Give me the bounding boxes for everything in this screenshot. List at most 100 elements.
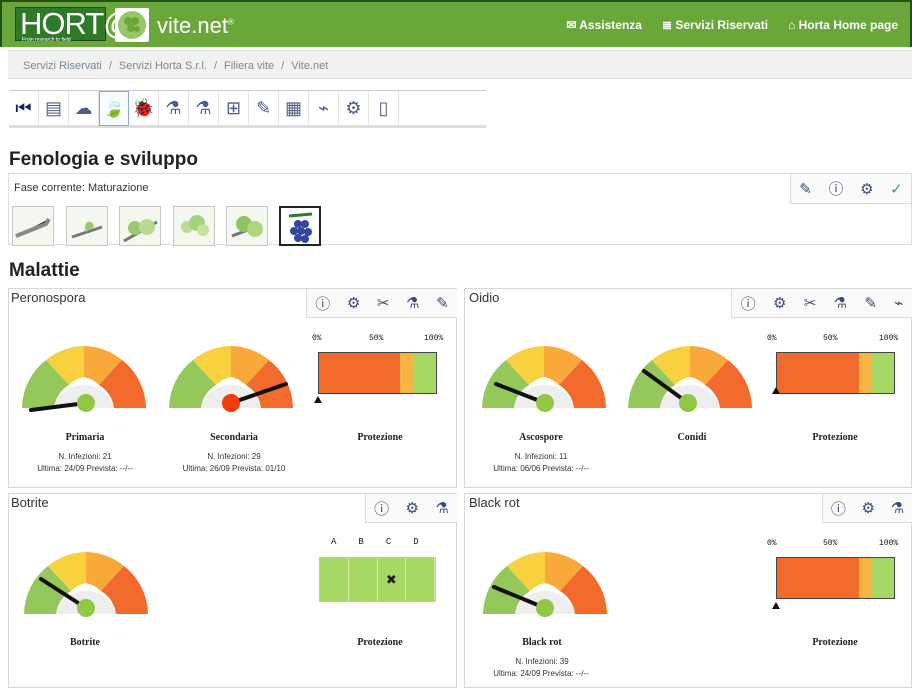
- phenology-title: Fenologia e sviluppo: [9, 149, 198, 170]
- black-rot-protection-label: Protezione: [812, 637, 858, 648]
- notebook-icon[interactable]: ✎: [864, 294, 877, 312]
- gear-icon[interactable]: ⚙: [860, 180, 873, 198]
- phase-dormancy[interactable]: [12, 206, 54, 246]
- scale-icon[interactable]: ⊞: [219, 91, 249, 126]
- black-rot-title: Black rot: [469, 495, 520, 510]
- black-rot-infections: N. Infezioni: 39: [515, 657, 569, 666]
- botrite-protection-grid: ✖: [319, 557, 436, 602]
- info-icon[interactable]: ⓘ: [741, 293, 756, 314]
- info-icon[interactable]: ⓘ: [831, 498, 846, 519]
- breadcrumb: Servizi Riservati / Servizi Horta S.r.l. /…: [8, 50, 912, 79]
- phase-flowering[interactable]: [173, 206, 215, 246]
- boot-icon[interactable]: ⌁: [309, 91, 339, 126]
- breadcrumb-servizi-riservati[interactable]: Servizi Riservati: [23, 60, 102, 72]
- flowering-icon: [181, 215, 209, 236]
- phase-maturation[interactable]: [279, 206, 321, 246]
- class-a: A: [331, 537, 337, 547]
- ascospore-infections: N. Infezioni: 11: [514, 452, 568, 461]
- peronospora-protection-label: Protezione: [357, 432, 403, 443]
- scale-zero: 0%: [767, 539, 777, 548]
- black-rot-gauge: [483, 552, 607, 617]
- main-toolbar: ⏮ ▤ ☁ 🍃 🐞 ⚗ ⚗ ⊞ ✎ ▦ ⌁ ⚙ ▯: [9, 90, 486, 128]
- diseases-title: Malattie: [9, 260, 80, 281]
- selected-class-mark: ✖: [378, 558, 407, 601]
- primaria-infections: N. Infezioni: 21: [58, 452, 112, 461]
- phase-budbreak[interactable]: [66, 206, 108, 246]
- ascospore-gauge: [482, 346, 606, 412]
- black-rot-label: Black rot: [522, 637, 562, 648]
- peronospora-title: Peronospora: [11, 290, 86, 305]
- logo-subtitle: From research to field: [22, 37, 71, 43]
- gear-icon[interactable]: ⚙: [862, 499, 875, 517]
- peronospora-protection-bar: [318, 352, 437, 394]
- botrite-title: Botrite: [11, 495, 49, 510]
- class-d: D: [413, 537, 419, 547]
- black-rot-protection-bar: [776, 557, 895, 599]
- cloud-icon[interactable]: ☁: [69, 91, 99, 126]
- secondaria-infections: N. Infezioni: 29: [207, 452, 261, 461]
- gear-icon[interactable]: ⚙: [406, 499, 419, 517]
- protection-marker: [772, 602, 780, 609]
- notebook-icon[interactable]: ✎: [436, 294, 449, 312]
- scale-fifty: 50%: [823, 334, 838, 343]
- flask-icon[interactable]: ⚗: [435, 499, 448, 517]
- settings-icon[interactable]: ⚙: [339, 91, 369, 126]
- back-icon[interactable]: ⏮: [9, 91, 39, 126]
- botrite-label: Botrite: [70, 637, 100, 648]
- primaria-gauge: [22, 346, 146, 412]
- leaf-icon[interactable]: 🍃: [99, 91, 129, 126]
- document-icon[interactable]: ▤: [39, 91, 69, 126]
- info-icon[interactable]: ⓘ: [374, 498, 389, 519]
- sprout-icon: [71, 221, 103, 239]
- check-icon[interactable]: ✓: [890, 180, 903, 198]
- scale-hundred: 100%: [424, 334, 444, 343]
- flask-icon[interactable]: ⚗: [834, 294, 847, 312]
- scale-fifty: 50%: [369, 334, 384, 343]
- botrite-protection-label: Protezione: [357, 637, 403, 648]
- oidio-protection-bar: [776, 352, 895, 394]
- breadcrumb-vite-net[interactable]: Vite.net: [291, 60, 328, 72]
- oidio-protection-label: Protezione: [812, 432, 858, 443]
- secondaria-label: Secondaria: [210, 432, 258, 443]
- grape-logo-icon: [115, 8, 149, 42]
- secondaria-dates: Ultima: 26/09 Prevista: 01/10: [182, 464, 286, 473]
- tools-icon[interactable]: ✂: [377, 294, 390, 312]
- conidi-label: Conidi: [677, 432, 707, 443]
- leaves-icon: [123, 219, 158, 243]
- flask-icon[interactable]: ⚗: [189, 91, 219, 126]
- botrite-gauge: [24, 552, 148, 617]
- class-b: B: [358, 537, 364, 547]
- branch-icon: [15, 217, 51, 238]
- flask-icon[interactable]: ⚗: [891, 499, 904, 517]
- protection-marker: [772, 387, 780, 394]
- current-phase: Fase corrente: Maturazione: [14, 182, 149, 194]
- gear-icon[interactable]: ⚙: [773, 294, 786, 312]
- class-c: C: [385, 537, 392, 547]
- black-rot-dates: Ultima: 24/09 Prevista: --/--: [493, 669, 589, 678]
- sample-icon[interactable]: ⌁: [894, 294, 903, 312]
- phase-fruit-set[interactable]: [226, 206, 268, 246]
- register-icon[interactable]: ▦: [279, 91, 309, 126]
- scale-zero: 0%: [767, 334, 777, 343]
- scale-hundred: 100%: [879, 334, 899, 343]
- pencil-icon[interactable]: ✎: [799, 180, 812, 198]
- oidio-title: Oidio: [469, 290, 500, 305]
- servizi-riservati-link[interactable]: ≣ Servizi Riservati: [662, 18, 768, 32]
- info-icon[interactable]: ⓘ: [315, 293, 330, 314]
- bug-icon[interactable]: 🐞: [129, 91, 159, 126]
- notebook-icon[interactable]: ✎: [249, 91, 279, 126]
- flask-icon[interactable]: ⚗: [406, 294, 419, 312]
- phase-leaves[interactable]: [119, 206, 161, 246]
- scale-hundred: 100%: [879, 539, 899, 548]
- assistenza-link[interactable]: ✉ Assistenza: [566, 18, 642, 32]
- breadcrumb-servizi-horta[interactable]: Servizi Horta S.r.l.: [119, 60, 207, 72]
- horta-logo[interactable]: HORT@ From research to field: [15, 6, 135, 43]
- horta-home-link[interactable]: ⌂ Horta Home page: [788, 18, 898, 32]
- info-icon[interactable]: ⓘ: [828, 178, 843, 199]
- brand-name[interactable]: vite.net®: [157, 13, 234, 39]
- spray-icon[interactable]: ⚗: [159, 91, 189, 126]
- tools-icon[interactable]: ✂: [804, 294, 817, 312]
- breadcrumb-filiera-vite[interactable]: Filiera vite: [224, 60, 274, 72]
- phone-icon[interactable]: ▯: [369, 91, 399, 126]
- gear-icon[interactable]: ⚙: [347, 294, 360, 312]
